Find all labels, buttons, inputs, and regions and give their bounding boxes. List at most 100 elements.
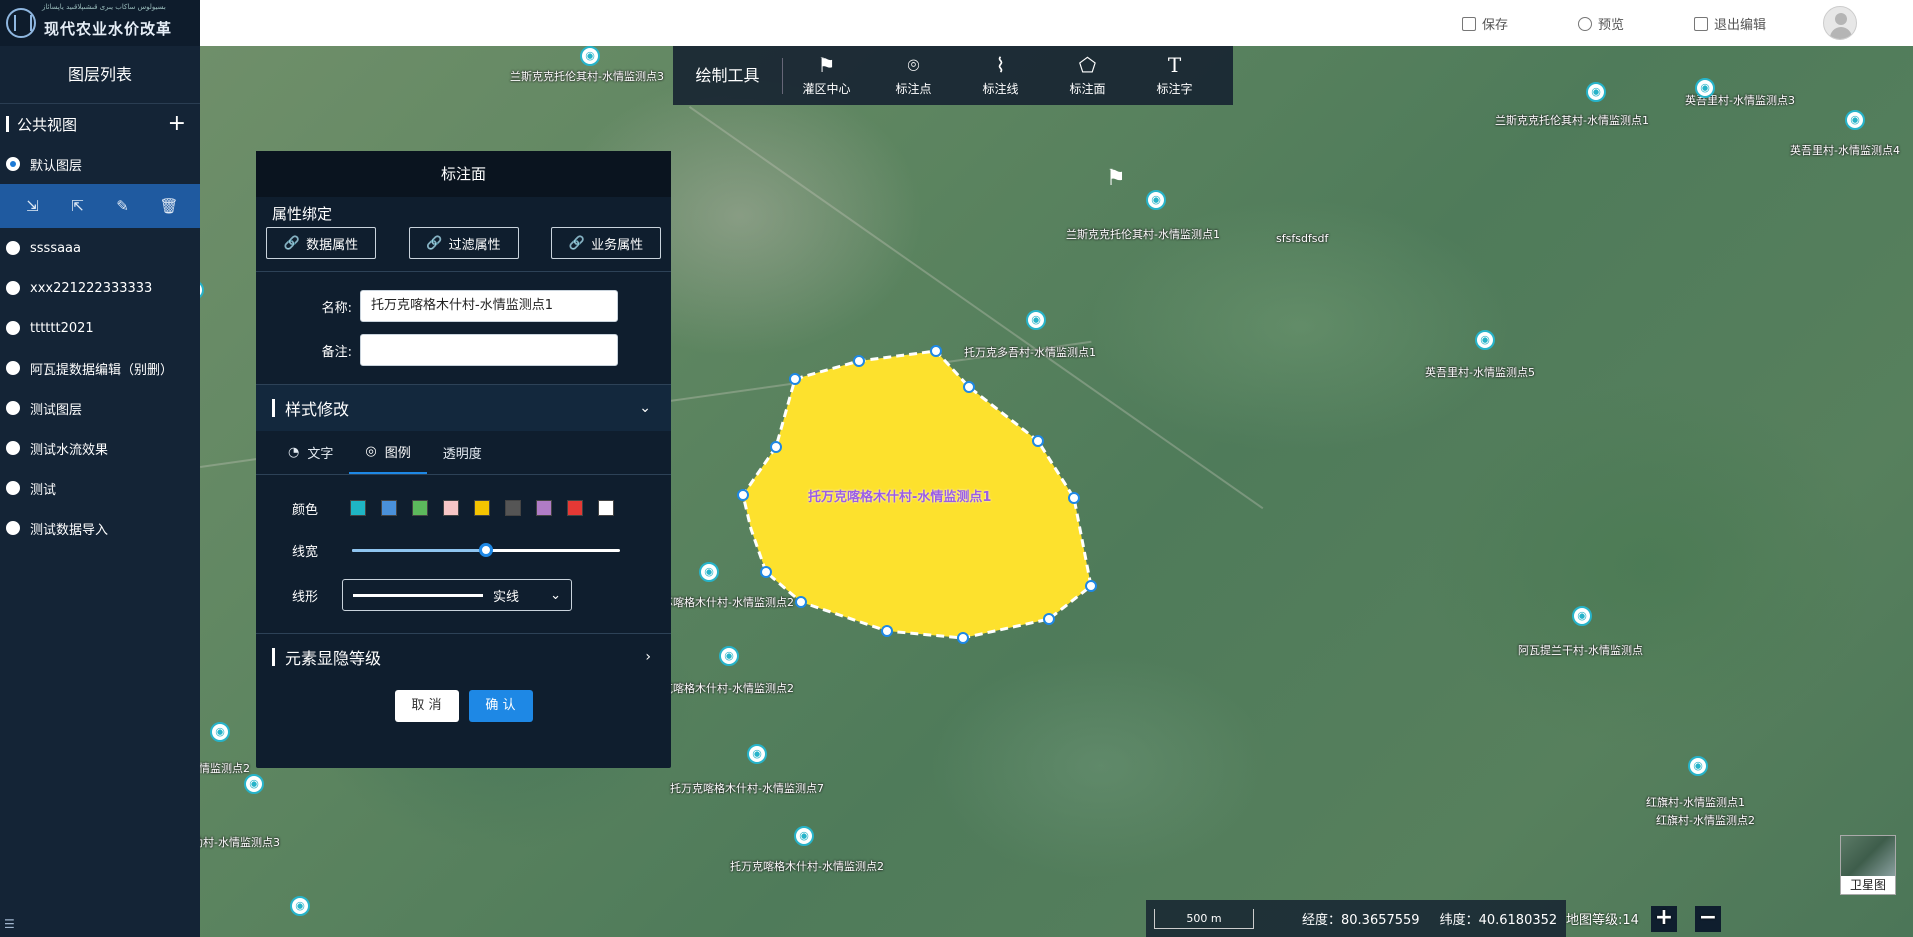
layer-item[interactable]: 测试	[0, 468, 200, 508]
zoom-in-button[interactable]: +	[1650, 905, 1677, 932]
edit-icon[interactable]: ✎	[115, 198, 131, 214]
color-swatch[interactable]	[505, 500, 521, 516]
draw-polygon-button[interactable]: ⬠ 标注面	[1044, 54, 1131, 97]
tab-opacity[interactable]: 透明度	[427, 431, 498, 474]
layer-item[interactable]: ssssaaa	[0, 228, 200, 268]
layer-item[interactable]: tttttt2021	[0, 308, 200, 348]
confirm-button[interactable]: 确 认	[468, 690, 533, 722]
tab-legend[interactable]: ◎ 图例	[349, 431, 427, 474]
add-layer-button[interactable]: +	[168, 113, 186, 135]
name-input[interactable]: 托万克喀格木什村-水情监测点1	[360, 290, 618, 322]
layer-radio[interactable]	[6, 521, 20, 535]
map-status-bar: 500 m 经度：80.3657559 纬度：40.6180352	[1146, 900, 1566, 937]
station-pin[interactable]: ◉	[1845, 110, 1865, 130]
layer-item[interactable]: 测试数据导入	[0, 508, 200, 548]
layer-radio[interactable]	[6, 157, 20, 171]
draw-text-button[interactable]: T 标注字	[1131, 54, 1218, 97]
layer-radio[interactable]	[6, 481, 20, 495]
draw-line-button[interactable]: ⌇ 标注线	[957, 54, 1044, 97]
attr-btn-label: 业务属性	[591, 237, 644, 253]
draw-point-button[interactable]: ⌾ 标注点	[870, 54, 957, 97]
basemap-label: 卫星图	[1849, 878, 1886, 892]
zoom-out-button[interactable]: −	[1694, 905, 1721, 932]
station-pin[interactable]: ◉	[1475, 330, 1495, 350]
delete-icon[interactable]: 🗑	[160, 198, 179, 214]
layer-item[interactable]: 阿瓦提数据编辑（别删）	[0, 348, 200, 388]
text-tab-icon: ◔	[288, 445, 300, 460]
line-style-select[interactable]: 实线 ⌄	[342, 579, 572, 611]
color-swatch[interactable]	[350, 500, 366, 516]
longitude-readout: 经度：80.3657559	[1302, 913, 1420, 928]
preview-button[interactable]: 预览	[1578, 14, 1624, 33]
tab-label: 透明度	[442, 447, 482, 462]
layer-radio[interactable]	[6, 361, 20, 375]
station-pin[interactable]: ◉	[580, 46, 600, 66]
station-pin[interactable]: ◉	[794, 826, 814, 846]
avatar[interactable]	[1823, 6, 1857, 40]
station-pin[interactable]: ◉	[719, 646, 739, 666]
color-swatch[interactable]	[412, 500, 428, 516]
chevron-down-icon: ⌄	[550, 587, 561, 603]
layer-item-default[interactable]: 默认图层	[0, 144, 200, 184]
filter-attr-button[interactable]: 🔗 过滤属性	[408, 227, 519, 259]
line-width-slider[interactable]	[352, 540, 620, 560]
slider-thumb[interactable]	[479, 543, 493, 557]
station-pin[interactable]: ◉	[1146, 190, 1166, 210]
layer-item[interactable]: 测试水流效果	[0, 428, 200, 468]
flag-marker[interactable]: ⚑	[1106, 166, 1126, 191]
layer-radio[interactable]	[6, 241, 20, 255]
station-pin[interactable]: ◉	[244, 774, 264, 794]
layer-label: 测试图层	[30, 402, 83, 418]
export-icon[interactable]: ⇱	[70, 198, 86, 214]
preview-label: 预览	[1598, 18, 1625, 33]
color-swatch[interactable]	[567, 500, 583, 516]
remark-input[interactable]	[360, 334, 618, 366]
station-pin[interactable]: ◉	[1695, 78, 1715, 98]
draw-irrigation-center-button[interactable]: ⚑ 灌区中心	[783, 54, 870, 97]
layer-radio[interactable]	[6, 441, 20, 455]
link-icon: 🔗	[283, 235, 301, 251]
station-pin[interactable]: ◉	[699, 562, 719, 582]
latitude-readout: 纬度：40.6180352	[1439, 913, 1558, 928]
import-icon[interactable]: ⇲	[25, 198, 41, 214]
station-pin[interactable]: ◉	[1688, 756, 1708, 776]
station-pin[interactable]: ◉	[1026, 310, 1046, 330]
station-pin[interactable]: ◉	[1572, 606, 1592, 626]
menu-toggle-icon[interactable]: ☰	[4, 917, 15, 931]
layer-item[interactable]: xxx221222333333	[0, 268, 200, 308]
data-attr-button[interactable]: 🔗 数据属性	[266, 227, 376, 259]
attr-buttons: 🔗 数据属性 🔗 过滤属性 🔗 业务属性	[256, 227, 671, 259]
station-pin[interactable]: ◉	[210, 722, 230, 742]
color-swatch[interactable]	[474, 500, 490, 516]
visibility-section-header[interactable]: 元素显隐等级 ›	[256, 634, 671, 680]
legend-tab-icon: ◎	[365, 444, 377, 459]
layer-radio[interactable]	[6, 281, 20, 295]
public-view-label: 公共视图	[17, 115, 78, 134]
save-button[interactable]: 保存	[1462, 14, 1508, 33]
station-pin[interactable]: ◉	[1586, 82, 1606, 102]
zoom-controls: 地图等级:14 + −	[1566, 900, 1721, 937]
tab-label: 图例	[384, 446, 411, 461]
business-attr-button[interactable]: 🔗 业务属性	[551, 227, 661, 259]
station-label: 托万克喀格木什村-水情监测点2	[730, 860, 884, 873]
layer-radio[interactable]	[6, 321, 20, 335]
color-label: 颜色	[292, 502, 319, 518]
layer-radio[interactable]	[6, 401, 20, 415]
station-pin[interactable]: ◉	[290, 896, 310, 916]
layer-label: 测试数据导入	[30, 522, 109, 538]
color-swatch[interactable]	[598, 500, 614, 516]
cancel-button[interactable]: 取 消	[394, 690, 459, 722]
link-icon: 🔗	[426, 235, 443, 251]
color-swatch[interactable]	[381, 500, 397, 516]
text-icon: T	[1167, 53, 1182, 77]
color-swatch[interactable]	[443, 500, 459, 516]
preview-icon	[1578, 16, 1592, 31]
tab-text[interactable]: ◔ 文字	[272, 431, 349, 474]
station-pin[interactable]: ◉	[747, 744, 767, 764]
layer-item[interactable]: 测试图层	[0, 388, 200, 428]
style-section-header[interactable]: 样式修改 ⌄	[256, 385, 671, 431]
layer-tools: ⇲ ⇱ ✎ 🗑	[0, 184, 200, 228]
color-swatch[interactable]	[536, 500, 552, 516]
exit-edit-button[interactable]: 退出编辑	[1694, 14, 1766, 33]
basemap-toggle[interactable]: 卫星图	[1840, 835, 1896, 895]
